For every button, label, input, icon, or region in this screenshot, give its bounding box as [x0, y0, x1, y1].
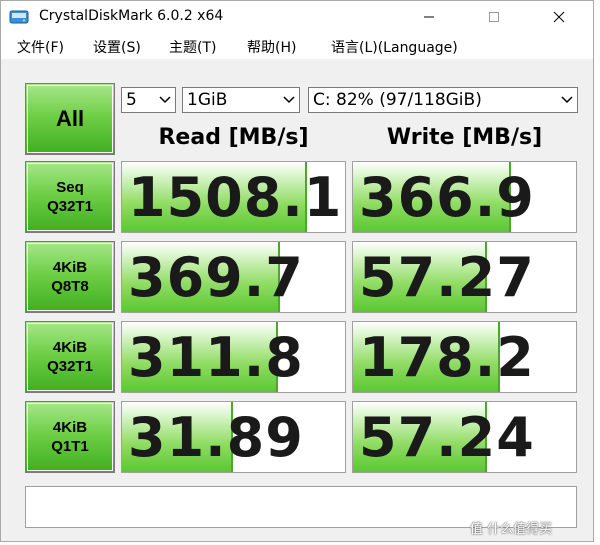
read-value: 369.7 [128, 246, 304, 309]
test-seq-q32t1-button[interactable]: Seq Q32T1 [25, 161, 115, 233]
result-write-cell: 57.27 [352, 241, 577, 313]
drive-select[interactable]: C: 82% (97/118GiB) [308, 87, 578, 113]
close-button[interactable] [536, 1, 582, 33]
test-size-value: 1GiB [187, 90, 228, 110]
write-value: 57.24 [359, 406, 535, 469]
test-count-value: 5 [126, 90, 137, 110]
write-value: 178.2 [359, 326, 535, 389]
result-write-cell: 366.9 [352, 161, 577, 233]
result-read-cell: 1508.1 [121, 161, 346, 233]
test-4kib-q32t1-button[interactable]: 4KiB Q32T1 [25, 321, 115, 393]
result-write-cell: 178.2 [352, 321, 577, 393]
minimize-icon [424, 16, 434, 18]
write-value: 366.9 [359, 166, 535, 229]
test-4kib-q1t1-button[interactable]: 4KiB Q1T1 [25, 401, 115, 473]
maximize-button[interactable] [471, 1, 517, 33]
write-column-header: Write [MB/s] [386, 125, 543, 150]
watermark-logo: 值 什么值得买 [470, 522, 553, 537]
result-read-cell: 31.89 [121, 401, 346, 473]
app-window: CrystalDiskMark 6.0.2 x64 文件(F) 设置(S) 主题… [0, 0, 594, 542]
chevron-down-icon [159, 96, 171, 104]
window-title: CrystalDiskMark 6.0.2 x64 [39, 8, 224, 24]
result-read-cell: 369.7 [121, 241, 346, 313]
maximize-icon [489, 12, 499, 22]
read-value: 1508.1 [128, 166, 343, 229]
menu-file[interactable]: 文件(F) [17, 37, 64, 57]
menu-language[interactable]: 语言(L)(Language) [331, 37, 458, 57]
test-4kib-q8t8-button[interactable]: 4KiB Q8T8 [25, 241, 115, 313]
drive-value: C: 82% (97/118GiB) [313, 90, 482, 110]
close-icon [553, 11, 565, 23]
chevron-down-icon [283, 96, 295, 104]
title-bar[interactable]: CrystalDiskMark 6.0.2 x64 [1, 1, 593, 33]
menu-help[interactable]: 帮助(H) [247, 37, 296, 57]
chevron-down-icon [561, 96, 573, 104]
write-value: 57.27 [359, 246, 535, 309]
disk-icon [9, 10, 29, 24]
read-value: 311.8 [128, 326, 304, 389]
test-size-select[interactable]: 1GiB [182, 87, 300, 113]
all-button[interactable]: All [25, 83, 115, 155]
read-column-header: Read [MB/s] [158, 125, 309, 150]
minimize-button[interactable] [406, 1, 452, 33]
menu-bar: 文件(F) 设置(S) 主题(T) 帮助(H) 语言(L)(Language) [1, 33, 593, 59]
test-count-select[interactable]: 5 [121, 87, 176, 113]
read-value: 31.89 [128, 406, 304, 469]
result-read-cell: 311.8 [121, 321, 346, 393]
result-write-cell: 57.24 [352, 401, 577, 473]
menu-settings[interactable]: 设置(S) [93, 37, 141, 57]
menu-theme[interactable]: 主题(T) [169, 37, 216, 57]
